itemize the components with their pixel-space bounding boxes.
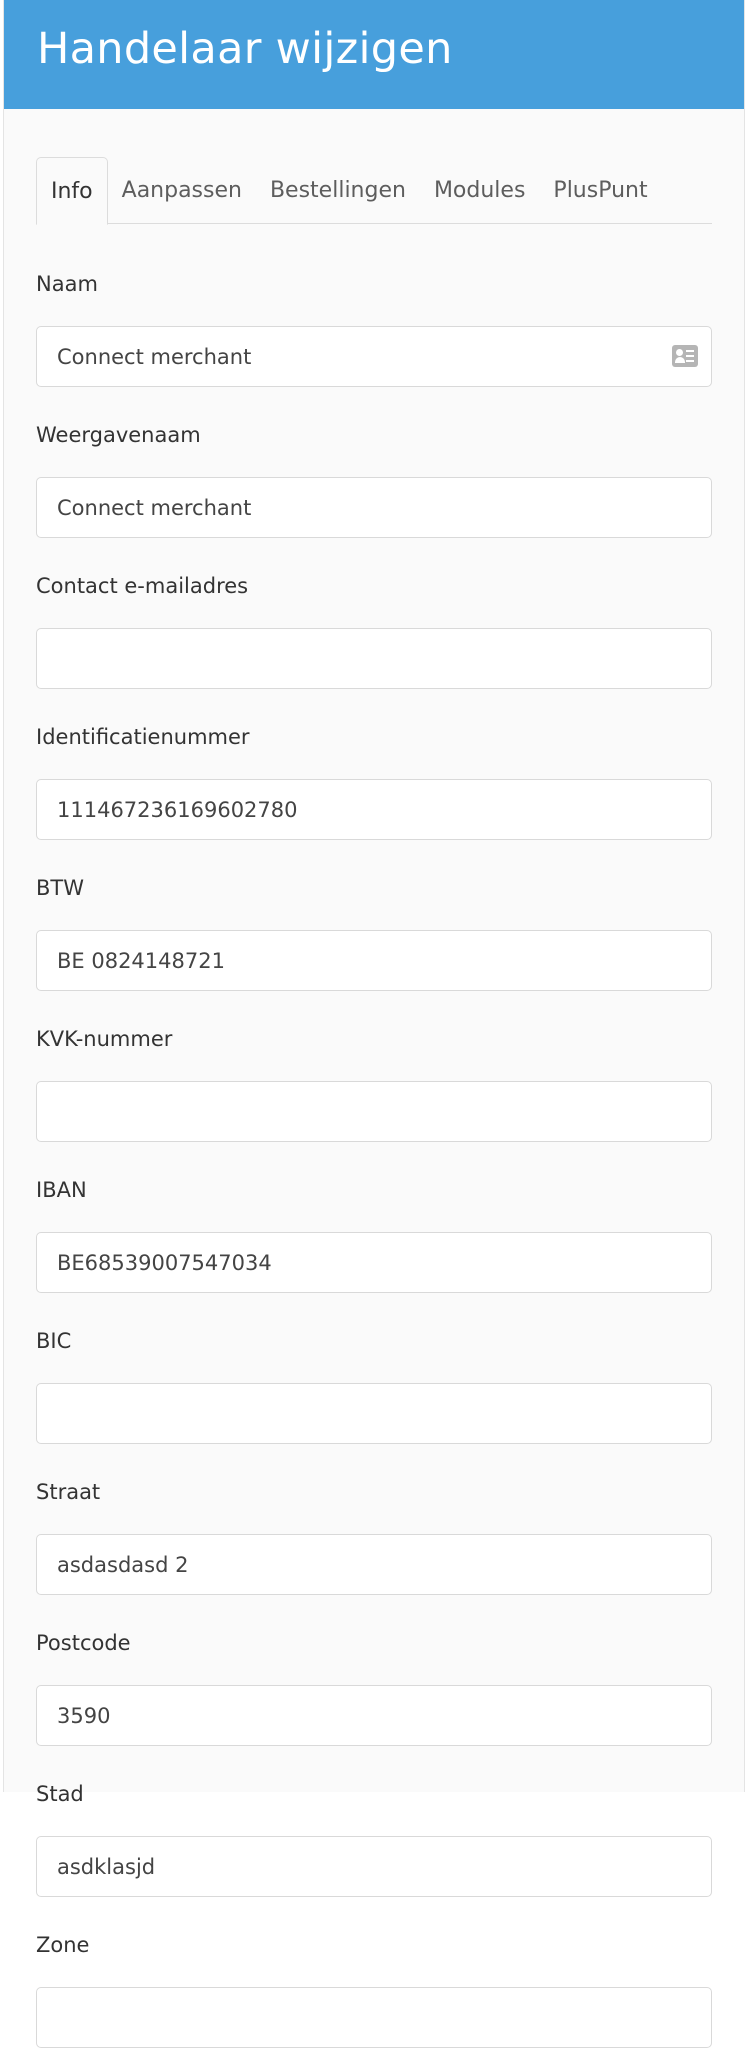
identificatienummer-input-wrapper (36, 779, 712, 840)
naam-input-wrapper (36, 326, 712, 387)
weergavenaam-input-wrapper (36, 477, 712, 538)
tab-modules[interactable]: Modules (420, 157, 539, 224)
weergavenaam-input[interactable] (36, 477, 712, 538)
edit-merchant-page: Handelaar wijzigen Info Aanpassen Bestel… (3, 0, 745, 2048)
contact-card-icon-body (675, 357, 685, 363)
field-contact-email: Contact e-mailadres (36, 573, 712, 689)
weergavenaam-label: Weergavenaam (36, 423, 201, 447)
zone-label: Zone (36, 1933, 90, 1957)
page-title: Handelaar wijzigen (37, 23, 453, 74)
tab-aanpassen[interactable]: Aanpassen (108, 157, 256, 224)
field-bic: BIC (36, 1328, 712, 1444)
postcode-input[interactable] (36, 1685, 712, 1746)
tab-bar: Info Aanpassen Bestellingen Modules Plus… (36, 157, 712, 225)
field-iban: IBAN (36, 1177, 712, 1293)
field-kvk: KVK-nummer (36, 1026, 712, 1142)
stad-label: Stad (36, 1782, 84, 1806)
naam-input[interactable] (36, 326, 712, 387)
field-zone: Zone (36, 1932, 712, 2048)
btw-input-wrapper (36, 930, 712, 991)
tab-pluspunt[interactable]: PlusPunt (539, 157, 661, 224)
merchant-info-form: Naam Weergavenaam (36, 224, 712, 2048)
bic-input-wrapper (36, 1383, 712, 1444)
iban-input-wrapper (36, 1232, 712, 1293)
contact-email-input-wrapper (36, 628, 712, 689)
contact-email-input[interactable] (36, 628, 712, 689)
tab-info[interactable]: Info (36, 157, 108, 225)
iban-label: IBAN (36, 1178, 87, 1202)
postcode-label: Postcode (36, 1631, 131, 1655)
identificatienummer-input[interactable] (36, 779, 712, 840)
field-naam: Naam (36, 271, 712, 387)
identificatienummer-label: Identificatienummer (36, 725, 250, 749)
field-identificatienummer: Identificatienummer (36, 724, 712, 840)
contact-email-label: Contact e-mailadres (36, 574, 249, 598)
straat-label: Straat (36, 1480, 101, 1504)
btw-label: BTW (36, 876, 84, 900)
kvk-input[interactable] (36, 1081, 712, 1142)
contact-card-icon-line (686, 360, 694, 362)
contact-card-icon-line (686, 355, 694, 357)
page-content: Info Aanpassen Bestellingen Modules Plus… (4, 109, 744, 2048)
stad-input-wrapper (36, 1836, 712, 1897)
contact-card-icon[interactable] (672, 345, 698, 367)
straat-input-wrapper (36, 1534, 712, 1595)
naam-label: Naam (36, 272, 98, 296)
tab-bestellingen[interactable]: Bestellingen (256, 157, 420, 224)
contact-card-icon-line (686, 350, 694, 352)
contact-card-icon-head (676, 349, 683, 356)
straat-input[interactable] (36, 1534, 712, 1595)
kvk-label: KVK-nummer (36, 1027, 173, 1051)
kvk-input-wrapper (36, 1081, 712, 1142)
zone-input-wrapper (36, 1987, 712, 2048)
iban-input[interactable] (36, 1232, 712, 1293)
field-btw: BTW (36, 875, 712, 991)
zone-input[interactable] (36, 1987, 712, 2048)
stad-input[interactable] (36, 1836, 712, 1897)
field-postcode: Postcode (36, 1630, 712, 1746)
bic-input[interactable] (36, 1383, 712, 1444)
field-stad: Stad (36, 1781, 712, 1897)
bic-label: BIC (36, 1329, 72, 1353)
btw-input[interactable] (36, 930, 712, 991)
postcode-input-wrapper (36, 1685, 712, 1746)
field-straat: Straat (36, 1479, 712, 1595)
page-header: Handelaar wijzigen (4, 0, 744, 109)
field-weergavenaam: Weergavenaam (36, 422, 712, 538)
